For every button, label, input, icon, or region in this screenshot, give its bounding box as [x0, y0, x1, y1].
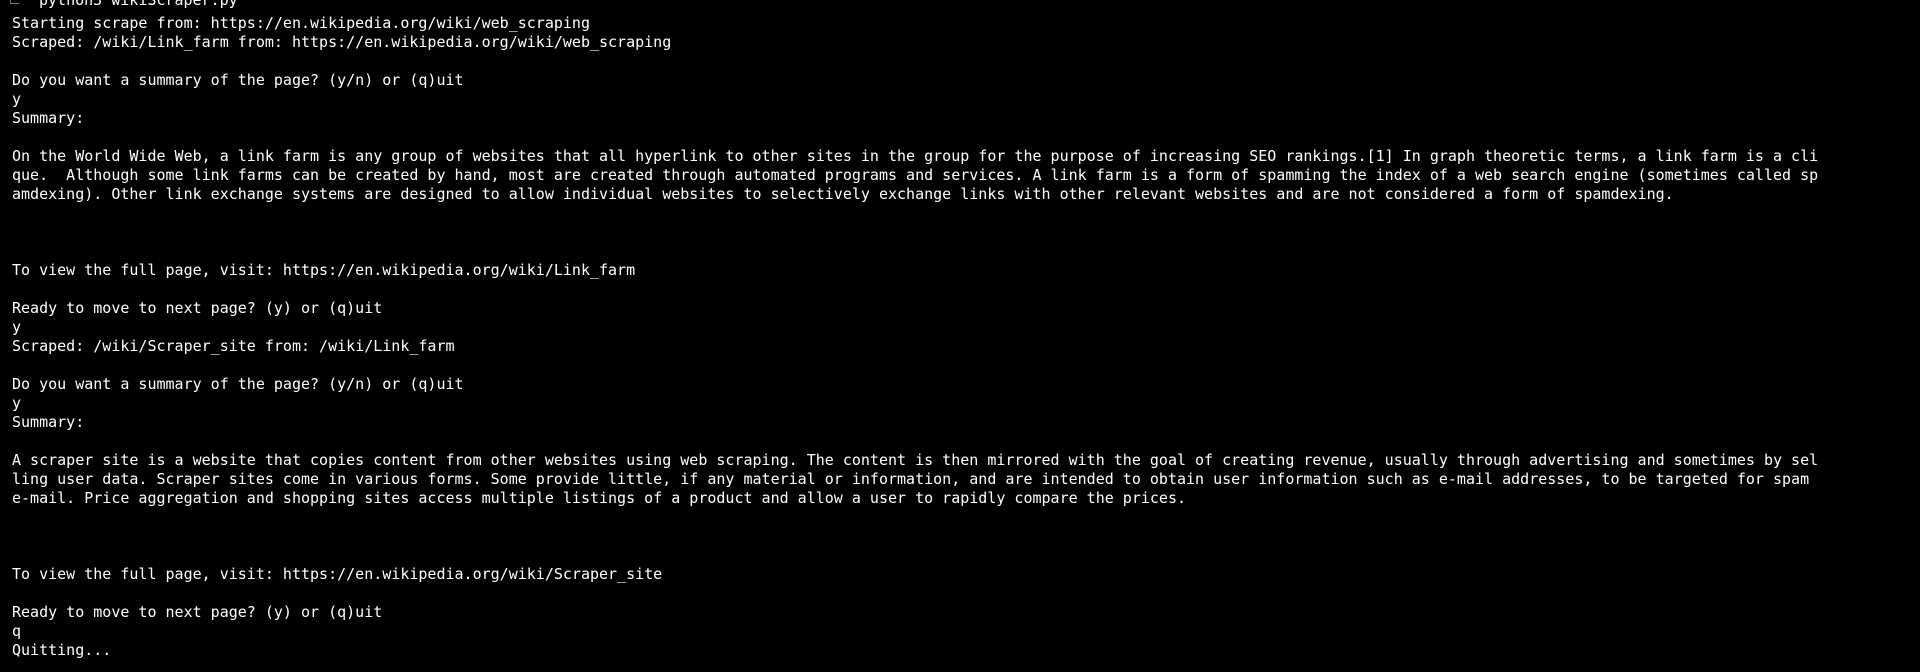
output-line: To view the full page, visit: https://en…: [12, 261, 636, 279]
output-line: y: [12, 90, 22, 108]
output-line: q: [12, 622, 22, 640]
output-line: Scraped: /wiki/Link_farm from: https://e…: [12, 33, 672, 51]
output-line: Scraped: /wiki/Scraper_site from: /wiki/…: [12, 337, 455, 355]
terminal-output: Starting scrape from: https://en.wikiped…: [12, 14, 1920, 660]
output-line: Do you want a summary of the page? (y/n)…: [12, 71, 464, 89]
command-line: python3 wikiScraper.py: [10, 0, 238, 10]
output-line: que. Although some link farms can be cre…: [12, 166, 1819, 184]
output-line: amdexing). Other link exchange systems a…: [12, 185, 1674, 203]
output-line: Quitting...: [12, 641, 112, 659]
output-line: Ready to move to next page? (y) or (q)ui…: [12, 603, 383, 621]
output-line: ling user data. Scraper sites come in va…: [12, 470, 1810, 488]
output-line: Ready to move to next page? (y) or (q)ui…: [12, 299, 383, 317]
output-line: To view the full page, visit: https://en…: [12, 565, 663, 583]
output-line: y: [12, 394, 22, 412]
output-line: Do you want a summary of the page? (y/n)…: [12, 375, 464, 393]
output-line: A scraper site is a website that copies …: [12, 451, 1819, 469]
output-line: Starting scrape from: https://en.wikiped…: [12, 14, 590, 32]
terminal-window[interactable]: python3 wikiScraper.py Starting scrape f…: [0, 0, 1920, 672]
output-line: e-mail. Price aggregation and shopping s…: [12, 489, 1186, 507]
command-text: python3 wikiScraper.py: [39, 0, 238, 10]
output-line: Summary:: [12, 413, 85, 431]
prompt-corner-icon: [10, 0, 19, 4]
output-line: y: [12, 318, 22, 336]
output-line: Summary:: [12, 109, 85, 127]
output-line: On the World Wide Web, a link farm is an…: [12, 147, 1819, 165]
